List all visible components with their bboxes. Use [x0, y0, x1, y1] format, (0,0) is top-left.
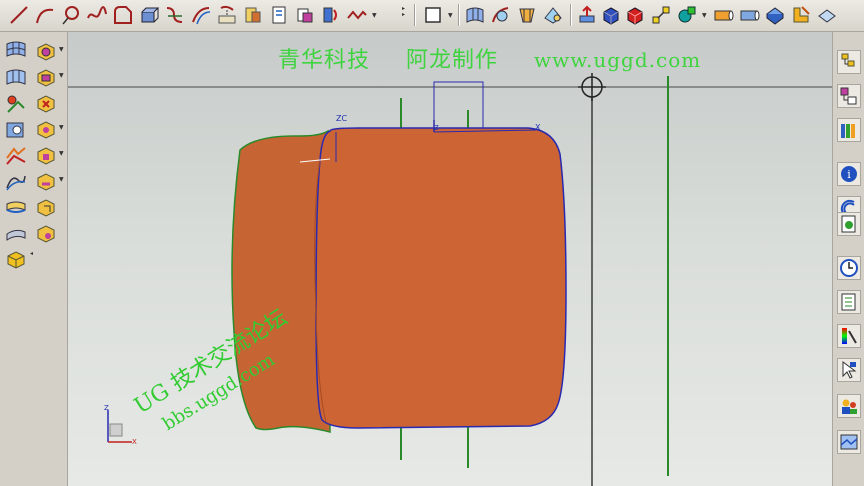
curve-network-icon[interactable] [346, 4, 368, 26]
library-icon[interactable] [837, 118, 861, 142]
chevron-down-icon[interactable]: ▼ [59, 46, 64, 53]
watermark-author: 阿龙制作 [406, 48, 499, 73]
trim-icon[interactable] [294, 4, 316, 26]
arc-icon[interactable] [34, 4, 56, 26]
blue-frame [433, 81, 484, 132]
blend-surface-icon[interactable] [4, 144, 28, 168]
sweep-icon[interactable] [164, 4, 186, 26]
triad-x-label: X [132, 438, 137, 446]
face-analysis-icon[interactable] [816, 4, 838, 26]
fillet-icon[interactable] [112, 4, 134, 26]
combine-icon[interactable] [268, 4, 290, 26]
face-blend-icon[interactable] [490, 4, 512, 26]
selection-icon[interactable] [837, 358, 861, 382]
surface-grid-icon[interactable] [4, 38, 28, 62]
chevron-down-icon[interactable]: ▼ [59, 124, 64, 131]
color-icon[interactable] [837, 324, 861, 348]
toolbar-overflow-icon[interactable]: ▸ ▸ [402, 6, 405, 18]
extension-icon[interactable] [4, 222, 28, 246]
body-front-part [315, 127, 567, 429]
surface-icon[interactable] [464, 4, 486, 26]
view-select-icon[interactable] [422, 4, 444, 26]
watermark-banner: 青华科技 阿龙制作 www.uggd.com [278, 42, 729, 74]
reuse-icon[interactable] [837, 212, 861, 236]
curve-offset-icon[interactable] [190, 4, 212, 26]
triad-z-label: Z [104, 404, 109, 412]
feature-h-icon[interactable] [34, 222, 58, 246]
chevron-down-icon[interactable]: ▼ [702, 12, 707, 19]
feature-b-icon[interactable] [34, 66, 58, 90]
offset-face-icon[interactable] [4, 92, 28, 116]
chevron-down-icon[interactable]: ▼ [59, 176, 64, 183]
system-icon[interactable] [837, 430, 861, 454]
feature-c-icon[interactable] [34, 92, 58, 116]
svg-text:i: i [847, 168, 851, 181]
law-extension-icon[interactable] [4, 248, 28, 272]
bridge-icon[interactable] [242, 4, 264, 26]
feature-f-icon[interactable] [34, 170, 58, 194]
watermark-website: www.uggd.com [534, 48, 702, 72]
through-curves-icon[interactable] [516, 4, 538, 26]
spline-icon[interactable] [86, 4, 108, 26]
toolbar-separator [570, 4, 571, 26]
x-axis-label: X [535, 123, 541, 132]
csys-icon[interactable] [624, 4, 646, 26]
datum-icon[interactable] [650, 4, 672, 26]
info-list-icon[interactable] [837, 290, 861, 314]
feature-d-icon[interactable] [34, 118, 58, 142]
line-icon[interactable] [8, 4, 30, 26]
chevron-down-icon[interactable]: ▼ [59, 150, 64, 157]
zc-axis-label: ZC [336, 114, 348, 123]
toolbar-separator [414, 4, 415, 26]
sphere-icon[interactable] [738, 4, 760, 26]
n-sided-icon[interactable] [4, 170, 28, 194]
cylinder-icon[interactable] [676, 4, 698, 26]
palette-icon[interactable]: i [837, 162, 861, 186]
unite-icon[interactable] [764, 4, 786, 26]
watermark-company: 青华科技 [278, 48, 371, 73]
studio-icon[interactable] [542, 4, 564, 26]
feature-e-icon[interactable] [34, 144, 58, 168]
clock-icon[interactable] [837, 256, 861, 280]
intersect-icon[interactable] [320, 4, 342, 26]
view-triad [107, 410, 132, 443]
roles-icon[interactable] [837, 394, 861, 418]
graphics-window[interactable]: ZC X Z Z X 青华科技 阿龙制作 www.uggd.com UG 技术交… [68, 32, 832, 486]
resource-bar: i [832, 32, 864, 486]
ruled-icon[interactable] [4, 196, 28, 220]
point-icon[interactable] [576, 4, 598, 26]
sweep-surface-icon[interactable] [4, 66, 28, 90]
chevron-down-icon[interactable]: ▼ [59, 72, 64, 79]
cone-icon[interactable] [712, 4, 734, 26]
crosshair-cursor [578, 73, 606, 101]
project-icon[interactable] [216, 4, 238, 26]
feature-g-icon[interactable] [34, 196, 58, 220]
assembly-navigator-icon[interactable] [837, 50, 861, 74]
feature-a-icon[interactable] [34, 40, 58, 64]
z-axis-label: Z [434, 124, 439, 132]
main-toolbar: ▼ ▸ ▸ ▼ ▼ [0, 0, 864, 32]
circle-icon[interactable] [60, 4, 82, 26]
chevron-down-icon[interactable]: ▼ [448, 12, 453, 19]
extrude-icon[interactable] [138, 4, 160, 26]
part-navigator-icon[interactable] [837, 84, 861, 108]
chevron-down-icon[interactable]: ▼ [372, 12, 377, 19]
chevron-left-icon[interactable]: ◂ [30, 250, 33, 257]
measure-icon[interactable] [790, 4, 812, 26]
trim-sheet-icon[interactable] [4, 118, 28, 142]
toolbar-separator [458, 4, 459, 26]
block-icon[interactable] [600, 4, 622, 26]
left-toolbar: ◂ ▼ ▼ ▼ ▼ ▼ [0, 32, 68, 486]
